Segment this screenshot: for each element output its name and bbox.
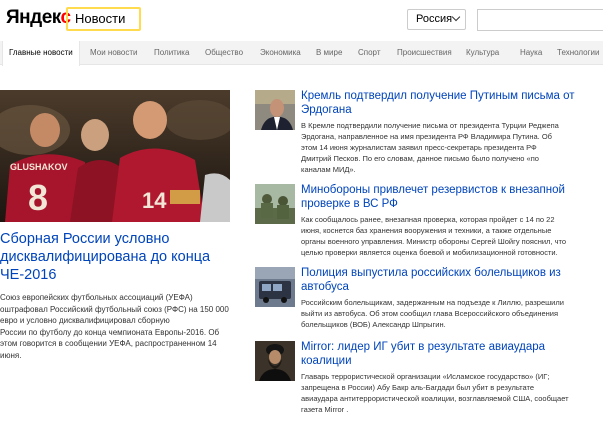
tab-sport[interactable]: Спорт — [358, 41, 381, 65]
summary-line: Главарь террористической организации «Ис… — [301, 372, 550, 381]
summary-line: Российским болельщикам, задержанным на п… — [301, 298, 564, 307]
player-number-label: 8 — [28, 177, 48, 218]
portrait-photo-icon — [255, 90, 295, 130]
tab-my-news[interactable]: Мои новости — [90, 41, 138, 65]
tab-technology[interactable]: Технологии — [557, 41, 599, 65]
summary-line: В Кремле подтвердили получение письма от… — [301, 121, 559, 130]
chevron-down-icon — [451, 12, 461, 22]
tab-politics[interactable]: Политика — [154, 41, 189, 65]
tab-incidents[interactable]: Происшествия — [397, 41, 452, 65]
tab-science[interactable]: Наука — [520, 41, 542, 65]
bus-photo-icon — [255, 267, 295, 307]
summary-line: евро и условно дисквалифицировал сборную — [0, 316, 170, 325]
tab-world[interactable]: В мире — [316, 41, 342, 65]
player-name-label: GLUSHAKOV — [10, 162, 68, 172]
headline-line: Кремль подтвердил получение Путиным пись… — [301, 90, 575, 102]
summary-line: каналам МИД». — [301, 165, 356, 174]
headline-line: автобуса — [301, 280, 349, 293]
search-input[interactable] — [477, 9, 603, 31]
summary-line: органы военного управления. Министр обор… — [301, 237, 567, 246]
region-label: Россия — [416, 13, 453, 25]
football-players-image: GLUSHAKOV 8 14 — [0, 90, 230, 222]
region-select[interactable]: Россия — [407, 9, 466, 30]
news-thumbnail[interactable] — [255, 90, 295, 130]
tab-society[interactable]: Общество — [205, 41, 243, 65]
headline-line: Полиция выпустила российских болельщиков… — [301, 267, 561, 279]
yandex-logo[interactable]: Яндекс — [6, 7, 71, 29]
bearded-man-photo-icon — [255, 341, 295, 381]
headline-line: Mirror: лидер ИГ убит в результате авиау… — [301, 341, 546, 353]
summary-line: запрещена в России) Абу Бакр аль-Багдади… — [301, 383, 535, 392]
summary-line: выйти из автобуса. Об этом сообщил глава… — [301, 309, 559, 318]
summary-line: газета Mirror . — [301, 405, 349, 414]
summary-line: Дмитрий Песков. По его словам, данное пи… — [301, 154, 539, 163]
svg-text:14: 14 — [142, 188, 167, 213]
news-summary: Как сообщалось ранее, внезапная проверка… — [301, 214, 601, 258]
headline-line: Минобороны привлечет резервистов к внеза… — [301, 184, 565, 196]
logo-text: Яндек — [6, 7, 61, 28]
news-headline[interactable]: Минобороны привлечет резервистов к внеза… — [301, 184, 601, 211]
tab-economy[interactable]: Экономика — [260, 41, 301, 65]
summary-line: Эрдогана, направленное на имя президента… — [301, 132, 552, 141]
hero-headline[interactable]: Сборная России условно дисквалифицирован… — [0, 230, 235, 284]
news-headline[interactable]: Полиция выпустила российских болельщиков… — [301, 267, 601, 294]
news-summary: Российским болельщикам, задержанным на п… — [301, 297, 601, 330]
summary-line: июня, коснется баз хранения вооружения и… — [301, 226, 552, 235]
summary-line: болельщиков (ВОБ) Александр Шпрыгин. — [301, 320, 446, 329]
category-nav: Главные новости Мои новости Политика Общ… — [0, 41, 603, 66]
summary-line: Союз европейских футбольных ассоциаций (… — [0, 293, 193, 302]
headline-line: проверке в ВС РФ — [301, 197, 398, 210]
news-headline[interactable]: Mirror: лидер ИГ убит в результате авиау… — [301, 341, 601, 368]
header: Яндекс Новости Россия — [0, 0, 603, 40]
hero-photo[interactable]: GLUSHAKOV 8 14 — [0, 90, 230, 222]
summary-line: целью проверки является оценка боевой и … — [301, 248, 558, 257]
news-summary: Главарь террористической организации «Ис… — [301, 371, 601, 415]
tab-culture[interactable]: Культура — [466, 41, 499, 65]
news-headline[interactable]: Кремль подтвердил получение Путиным пись… — [301, 90, 601, 117]
summary-line: Как сообщалось ранее, внезапная проверка… — [301, 215, 555, 224]
summary-line: этом говорится в сообщении УЕФА, распрос… — [0, 339, 217, 348]
summary-line: авиаудара антитеррористической коалиции,… — [301, 394, 569, 403]
summary-line: России по футболу до конца чемпионата Ев… — [0, 327, 220, 337]
summary-line: оштрафовал Российский футбольный союз (Р… — [0, 304, 229, 314]
summary-line: этом 14 июня журналистам заявил пресс-се… — [301, 143, 537, 152]
hero-summary: Союз европейских футбольных ассоциаций (… — [0, 292, 235, 361]
news-thumbnail[interactable] — [255, 341, 295, 381]
service-tab-news[interactable]: Новости — [66, 7, 141, 31]
news-thumbnail[interactable] — [255, 267, 295, 307]
tab-main-news[interactable]: Главные новости — [2, 41, 80, 66]
news-thumbnail[interactable] — [255, 184, 295, 224]
headline-line: Эрдогана — [301, 103, 352, 116]
summary-line: июня. — [0, 350, 22, 360]
headline-line: коалиции — [301, 354, 352, 367]
news-summary: В Кремле подтвердили получение письма от… — [301, 120, 601, 175]
soldiers-photo-icon — [255, 184, 295, 224]
